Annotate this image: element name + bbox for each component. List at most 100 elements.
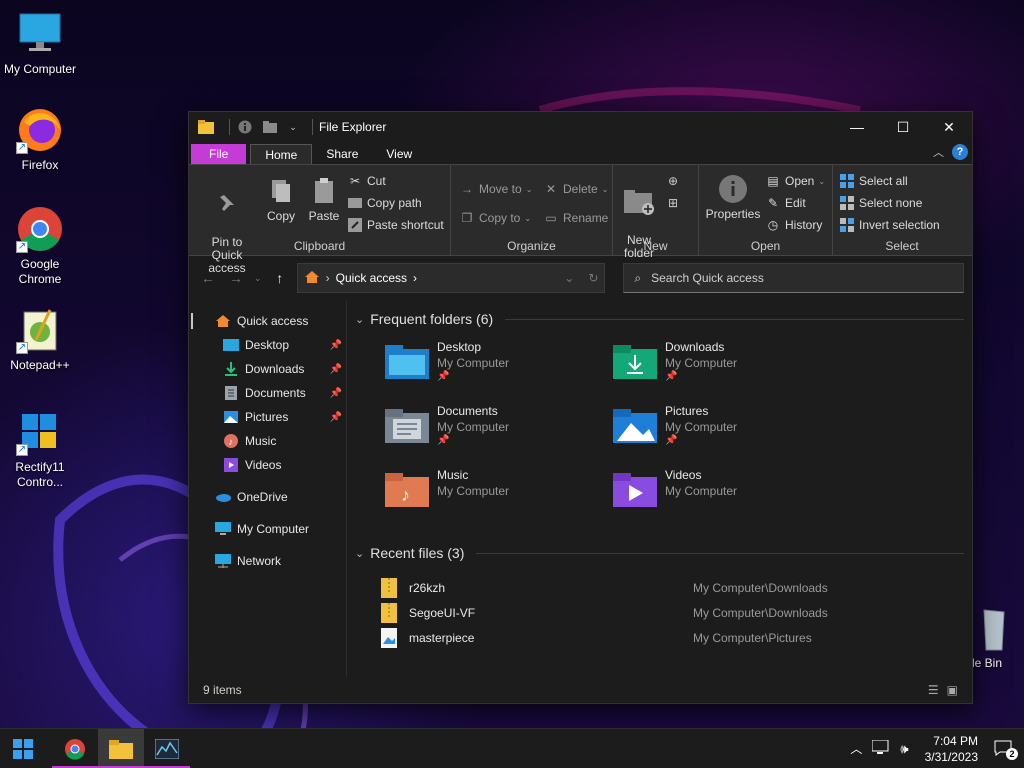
chevron-down-icon[interactable]: ⌄ <box>288 118 298 136</box>
network-status-icon[interactable] <box>871 739 890 757</box>
nav-item-downloads[interactable]: Downloads 📌 <box>189 357 346 381</box>
nav-item-network[interactable]: Network <box>189 549 346 573</box>
chevron-up-icon[interactable]: ︿ <box>933 144 944 160</box>
nav-item-onedrive[interactable]: OneDrive <box>189 485 346 509</box>
image-file-icon <box>381 627 397 648</box>
ribbon-group-organize: → Move to ⌄ ❐ Copy to ⌄ ✕ Delete ⌄ ▭ Rename… <box>451 165 613 255</box>
paste-button[interactable]: Paste <box>305 175 343 223</box>
pin-icon: 📌 <box>665 371 678 382</box>
desktop-icon-label: Notepad++ <box>10 358 70 372</box>
tab-share[interactable]: Share <box>312 144 372 164</box>
delete-button[interactable]: ✕ Delete ⌄ <box>543 181 608 197</box>
desktop-icon-my-computer[interactable]: My Computer <box>0 10 80 77</box>
recent-file-row[interactable]: r26kzh My Computer\Downloads <box>381 575 972 600</box>
nav-item-documents[interactable]: Documents 📌 <box>189 381 346 405</box>
invert-selection-label: Invert selection <box>859 218 940 232</box>
nav-item-my-computer[interactable]: My Computer <box>189 517 346 541</box>
rename-label: Rename <box>563 211 609 225</box>
pin-to-quick-access-button[interactable]: Pin to Quick access <box>195 175 259 275</box>
paste-shortcut-label: Paste shortcut <box>367 218 444 232</box>
new-item-button[interactable]: ⊕ <box>665 173 681 189</box>
desktop-icon-firefox[interactable]: ↗ Firefox <box>0 106 80 173</box>
volume-icon[interactable]: 🕪 <box>900 741 908 757</box>
edit-button[interactable]: ✎ Edit <box>765 195 806 211</box>
content-pane: ⌄ Frequent folders (6) Desktop My Compute… <box>347 301 972 677</box>
start-button[interactable] <box>0 729 46 768</box>
properties-icon[interactable] <box>236 118 254 136</box>
close-button[interactable]: ✕ <box>926 112 972 142</box>
minimize-button[interactable]: — <box>834 112 880 142</box>
paste-shortcut-button[interactable]: Paste shortcut <box>347 217 444 233</box>
copy-button[interactable]: Copy <box>263 175 299 223</box>
taskbar-task-manager[interactable] <box>144 729 190 768</box>
tab-home[interactable]: Home <box>250 144 313 164</box>
chevron-up-icon[interactable]: ︿ <box>850 740 862 757</box>
select-all-button[interactable]: Select all <box>839 173 908 189</box>
up-button[interactable]: ↑ <box>269 267 291 289</box>
notification-center-button[interactable]: 2 <box>994 740 1018 760</box>
recent-file-row[interactable]: SegoeUI-VF My Computer\Downloads <box>381 600 972 625</box>
open-button[interactable]: ▤ Open ⌄ <box>765 173 825 189</box>
edit-label: Edit <box>785 196 806 210</box>
folder-tile-music[interactable]: ♪ Music My Computer <box>385 467 509 511</box>
windows-logo-icon <box>13 738 33 759</box>
nav-item-quick-access[interactable]: Quick access <box>189 309 346 333</box>
recent-files-header[interactable]: ⌄ Recent files (3) <box>355 541 972 565</box>
properties-button[interactable]: Properties <box>703 173 763 221</box>
help-button[interactable]: ? <box>952 144 968 160</box>
system-tray: ︿ 🕪 7:04 PM 3/31/2023 2 <box>850 733 1024 765</box>
easy-access-button[interactable]: ⊞ <box>665 195 681 211</box>
nav-item-desktop[interactable]: Desktop 📌 <box>189 333 346 357</box>
pencil-icon: ✎ <box>767 196 779 210</box>
invert-selection-button[interactable]: Invert selection <box>839 217 940 233</box>
desktop-icon-notepadpp[interactable]: ↗ Notepad++ <box>0 306 80 373</box>
taskbar-file-explorer[interactable] <box>98 728 144 768</box>
pin-icon: 📌 <box>329 363 342 375</box>
tab-file[interactable]: File <box>191 144 247 164</box>
move-to-button[interactable]: → Move to ⌄ <box>459 181 532 197</box>
details-view-icon[interactable]: ☰ <box>928 683 939 697</box>
desktop-icon-control-panel[interactable]: ↗ Rectify11 Contro... <box>0 408 80 490</box>
nav-item-pictures[interactable]: Pictures 📌 <box>189 405 346 429</box>
history-button[interactable]: ◷ History <box>765 217 823 233</box>
copy-path-button[interactable]: Copy path <box>347 195 422 211</box>
refresh-icon[interactable]: ↻ <box>588 271 598 285</box>
search-box[interactable]: ⌕ Search Quick access <box>623 263 964 293</box>
address-dropdown-icon[interactable]: ⌄ <box>564 271 574 285</box>
folder-tile-downloads[interactable]: Downloads My Computer 📌 <box>613 339 737 383</box>
folder-tile-documents[interactable]: Documents My Computer 📌 <box>385 403 509 447</box>
nav-item-music[interactable]: ♪ Music <box>189 429 346 453</box>
tab-view[interactable]: View <box>372 144 426 164</box>
desktop-icon-chrome[interactable]: ↗ Google Chrome <box>0 205 80 287</box>
copy-path-label: Copy path <box>367 196 422 210</box>
clock[interactable]: 7:04 PM 3/31/2023 <box>925 733 978 765</box>
rename-button[interactable]: ▭ Rename <box>543 210 608 226</box>
recent-file-row[interactable]: masterpiece My Computer\Pictures <box>381 625 972 650</box>
folder-tile-desktop[interactable]: Desktop My Computer 📌 <box>385 339 509 383</box>
new-folder-icon[interactable] <box>262 118 280 136</box>
folder-tile-pictures[interactable]: Pictures My Computer 📌 <box>613 403 737 447</box>
body-area: Quick access Desktop 📌 Downloads 📌 Docum… <box>189 301 972 677</box>
nav-item-label: Desktop <box>245 338 290 352</box>
select-none-button[interactable]: Select none <box>839 195 922 211</box>
folder-name: Music <box>437 468 469 482</box>
cut-button[interactable]: ✂ Cut <box>347 173 386 189</box>
maximize-button[interactable]: ☐ <box>880 112 926 142</box>
taskbar: ︿ 🕪 7:04 PM 3/31/2023 2 <box>0 728 1024 768</box>
history-label: History <box>785 218 823 232</box>
frequent-folders-header[interactable]: ⌄ Frequent folders (6) <box>355 307 972 331</box>
notification-count: 2 <box>1006 747 1018 760</box>
folder-location: My Computer <box>665 420 738 434</box>
large-icons-view-icon[interactable]: ▣ <box>947 683 958 697</box>
nav-item-label: Quick access <box>237 314 309 328</box>
nav-item-videos[interactable]: Videos <box>189 453 346 477</box>
taskbar-chrome[interactable] <box>52 729 98 768</box>
address-bar[interactable]: › Quick access › ⌄ ↻ <box>296 263 606 293</box>
navigation-pane: Quick access Desktop 📌 Downloads 📌 Docum… <box>189 301 347 677</box>
folder-tile-videos[interactable]: Videos My Computer <box>613 467 737 511</box>
file-location: My Computer\Downloads <box>693 580 828 595</box>
desktop-icon-label: Rectify11 Contro... <box>15 460 65 489</box>
select-group-label: Select <box>885 239 919 253</box>
copy-to-button[interactable]: ❐ Copy to ⌄ <box>459 210 531 226</box>
breadcrumb-location[interactable]: Quick access <box>336 271 407 285</box>
